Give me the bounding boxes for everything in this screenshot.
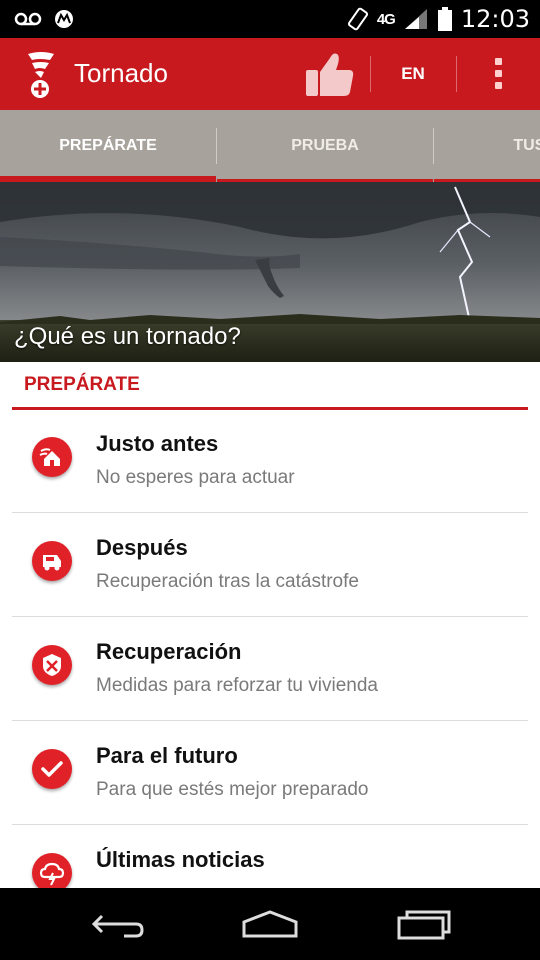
truck-icon bbox=[32, 541, 72, 581]
recent-apps-icon bbox=[397, 910, 451, 940]
motorola-icon bbox=[55, 10, 73, 28]
tab-tus-alertas[interactable]: TUS AL bbox=[434, 110, 540, 182]
list-item-recuperacion[interactable]: Recuperación Medidas para reforzar tu vi… bbox=[12, 617, 528, 721]
list-item-despues[interactable]: Después Recuperación tras la catástrofe bbox=[12, 513, 528, 617]
back-button[interactable] bbox=[80, 902, 160, 946]
home-button[interactable] bbox=[230, 902, 310, 946]
like-button[interactable] bbox=[300, 48, 358, 100]
system-nav-bar bbox=[0, 888, 540, 960]
tab-prueba[interactable]: PRUEBA bbox=[217, 110, 433, 182]
back-icon bbox=[91, 914, 144, 938]
tab-label: PREPÁRATE bbox=[59, 137, 157, 154]
hero-banner[interactable]: ¿Qué es un tornado? bbox=[0, 182, 540, 362]
network-type: 4G bbox=[376, 10, 396, 28]
list-item-subtitle: Medidas para reforzar tu vivienda bbox=[96, 675, 378, 696]
overflow-menu-button[interactable] bbox=[474, 52, 522, 96]
list-item-title: Después bbox=[96, 535, 188, 560]
list-item-subtitle: No esperes para actuar bbox=[96, 467, 295, 488]
status-bar: 4G 12:03 bbox=[0, 0, 540, 38]
tab-preparate[interactable]: PREPÁRATE bbox=[0, 110, 216, 182]
list-item-title: Últimas noticias bbox=[96, 847, 265, 872]
language-button[interactable]: EN bbox=[372, 52, 454, 96]
menu-dot-icon bbox=[495, 70, 502, 77]
checkmark-icon bbox=[32, 749, 72, 789]
shield-icon bbox=[32, 645, 72, 685]
list-item-title: Para el futuro bbox=[96, 743, 238, 768]
tab-label: PRUEBA bbox=[291, 137, 359, 154]
tab-label: TUS AL bbox=[513, 137, 540, 154]
rotation-icon bbox=[347, 7, 368, 31]
main-content: PREPÁRATE Justo antes No esperes para ac… bbox=[0, 362, 540, 888]
recent-apps-button[interactable] bbox=[385, 902, 465, 946]
storm-cloud-icon bbox=[32, 853, 72, 888]
divider bbox=[456, 56, 457, 92]
voicemail-icon bbox=[14, 12, 42, 26]
list-item-title: Recuperación bbox=[96, 639, 242, 664]
list-item-subtitle: Para que estés mejor preparado bbox=[96, 779, 369, 800]
battery-icon bbox=[437, 7, 452, 31]
tornado-logo-icon bbox=[28, 52, 54, 98]
signal-icon bbox=[404, 9, 427, 29]
list-item-para-el-futuro[interactable]: Para el futuro Para que estés mejor prep… bbox=[12, 721, 528, 825]
section-header: PREPÁRATE bbox=[12, 362, 528, 410]
list-item-title: Justo antes bbox=[96, 431, 219, 456]
divider bbox=[370, 56, 371, 92]
home-icon bbox=[242, 910, 298, 938]
menu-dot-icon bbox=[495, 58, 502, 65]
house-wind-icon bbox=[32, 437, 72, 477]
section-title: PREPÁRATE bbox=[24, 374, 140, 395]
clock: 12:03 bbox=[460, 5, 530, 33]
app-bar: Tornado EN bbox=[0, 38, 540, 110]
app-title: Tornado bbox=[74, 58, 168, 88]
list-item-subtitle: Recuperación tras la catástrofe bbox=[96, 571, 359, 592]
thumbs-up-icon bbox=[306, 53, 354, 96]
list-item-ultimas-noticias[interactable]: Últimas noticias bbox=[12, 825, 528, 888]
hero-caption: ¿Qué es un tornado? bbox=[14, 323, 241, 350]
menu-dot-icon bbox=[495, 82, 502, 89]
list-item-justo-antes[interactable]: Justo antes No esperes para actuar bbox=[12, 409, 528, 513]
tab-bar: PREPÁRATE PRUEBA TUS AL bbox=[0, 110, 540, 182]
